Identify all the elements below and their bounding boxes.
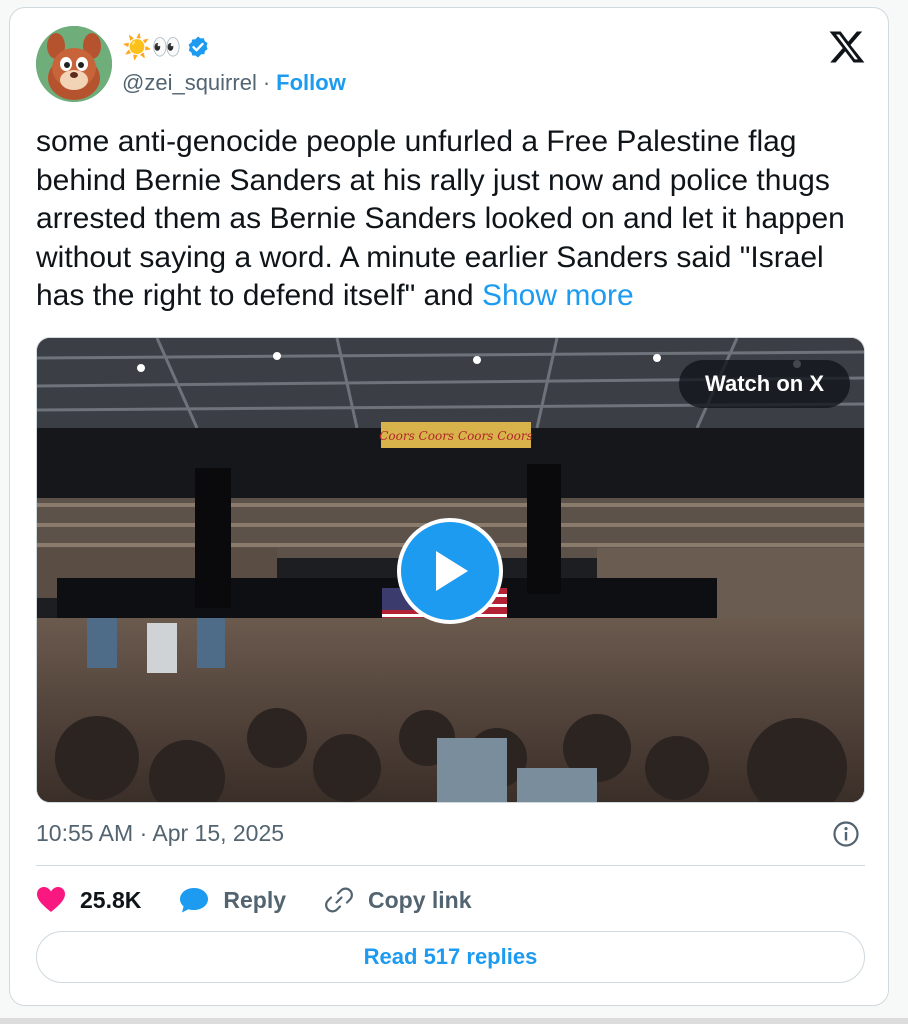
verified-badge-icon <box>188 36 208 58</box>
tweet-body: some anti-genocide people unfurled a Fre… <box>36 125 845 312</box>
divider <box>36 865 865 866</box>
author-avatar[interactable] <box>36 26 112 102</box>
author-name-row[interactable]: ☀️👀 <box>122 32 210 62</box>
page-bottom-edge <box>0 1018 908 1024</box>
heart-icon <box>37 887 65 912</box>
video-media[interactable]: Coors Coors Coors Coors Watch on X <box>36 337 865 803</box>
squirrel-avatar-image <box>36 26 112 102</box>
action-bar: 25.8K Reply Copy link <box>36 880 510 920</box>
read-replies-button[interactable]: Read 517 replies <box>36 931 865 983</box>
like-count: 25.8K <box>80 886 142 913</box>
like-button[interactable]: 25.8K <box>36 886 141 914</box>
copy-link-button[interactable]: Copy link <box>324 885 472 915</box>
show-more-link[interactable]: Show more <box>482 279 634 312</box>
play-icon <box>436 551 468 591</box>
tweet-timestamp[interactable]: 10:55 AM · Apr 15, 2025 <box>36 820 284 847</box>
reply-bubble-icon <box>180 888 209 913</box>
separator-dot: · <box>262 70 271 95</box>
reply-button[interactable]: Reply <box>179 886 286 914</box>
follow-button[interactable]: Follow <box>276 70 346 96</box>
play-button[interactable] <box>397 518 503 624</box>
link-icon <box>325 887 353 913</box>
x-logo-icon[interactable] <box>828 28 866 66</box>
author-handle[interactable]: @zei_squirrel <box>122 70 257 96</box>
tweet-text: some anti-genocide people unfurled a Fre… <box>36 123 866 316</box>
copy-link-label: Copy link <box>368 886 472 913</box>
author-handle-row: @zei_squirrel · Follow <box>122 70 346 96</box>
watch-on-x-button[interactable]: Watch on X <box>679 360 850 408</box>
reply-label: Reply <box>223 886 287 913</box>
tweet-card: ☀️👀 @zei_squirrel · Follow some anti-gen… <box>9 7 889 1006</box>
info-icon[interactable] <box>832 820 860 848</box>
coors-banner-text: Coors Coors Coors Coors <box>379 429 533 443</box>
display-name-emojis: ☀️👀 <box>122 33 182 61</box>
